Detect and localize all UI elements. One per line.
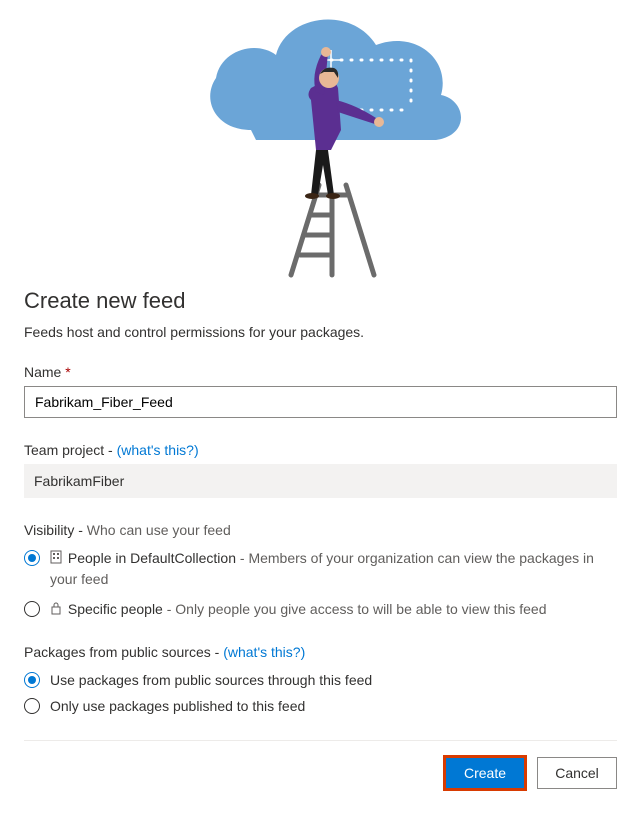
radio-collection[interactable] <box>24 550 40 566</box>
team-project-hint-link[interactable]: (what's this?) <box>117 442 199 458</box>
public-sources-hint-link[interactable]: (what's this?) <box>223 644 305 660</box>
radio-only-published[interactable] <box>24 698 40 714</box>
team-project-group: Team project - (what's this?) FabrikamFi… <box>24 442 617 498</box>
divider <box>24 740 617 741</box>
required-marker: * <box>65 364 70 380</box>
visibility-option-specific[interactable]: Specific people - Only people you give a… <box>24 599 617 620</box>
button-row: Create Cancel <box>24 757 617 789</box>
name-field-group: Name * <box>24 364 617 418</box>
radio-specific[interactable] <box>24 601 40 617</box>
page-subtitle: Feeds host and control permissions for y… <box>24 324 617 340</box>
name-input[interactable] <box>24 386 617 418</box>
visibility-group: Visibility - Who can use your feed Peopl… <box>24 522 617 620</box>
visibility-label: Visibility - Who can use your feed <box>24 522 617 538</box>
public-sources-group: Packages from public sources - (what's t… <box>24 644 617 716</box>
name-label: Name * <box>24 364 617 380</box>
team-project-label: Team project - (what's this?) <box>24 442 617 458</box>
public-sources-option-only[interactable]: Only use packages published to this feed <box>24 696 617 716</box>
page-title: Create new feed <box>24 288 617 314</box>
hero-illustration <box>24 0 617 280</box>
public-sources-option-use[interactable]: Use packages from public sources through… <box>24 670 617 690</box>
team-project-value: FabrikamFiber <box>24 464 617 498</box>
lock-icon <box>50 600 62 620</box>
org-icon <box>50 549 62 569</box>
public-sources-label: Packages from public sources - (what's t… <box>24 644 617 660</box>
visibility-option-collection[interactable]: People in DefaultCollection - Members of… <box>24 548 617 589</box>
cancel-button[interactable]: Cancel <box>537 757 617 789</box>
radio-use-public[interactable] <box>24 672 40 688</box>
create-button[interactable]: Create <box>445 757 525 789</box>
